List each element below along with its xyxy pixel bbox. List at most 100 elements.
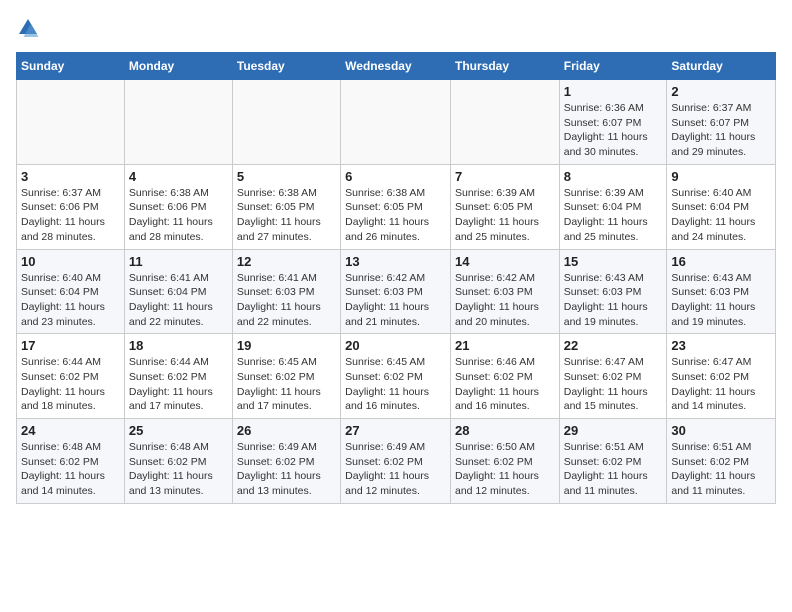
day-info: Sunrise: 6:37 AMSunset: 6:07 PMDaylight:… — [671, 101, 771, 160]
calendar-header: SundayMondayTuesdayWednesdayThursdayFrid… — [17, 53, 776, 80]
calendar-week-5: 24 Sunrise: 6:48 AMSunset: 6:02 PMDayligh… — [17, 419, 776, 504]
calendar-cell: 10 Sunrise: 6:40 AMSunset: 6:04 PMDayligh… — [17, 249, 125, 334]
calendar-cell: 19Sunrise: 6:45 AMSunset: 6:02 PMDayligh… — [232, 334, 340, 419]
day-info: Sunrise: 6:40 AMSunset: 6:04 PMDaylight:… — [671, 186, 771, 245]
calendar-week-4: 17 Sunrise: 6:44 AMSunset: 6:02 PMDayligh… — [17, 334, 776, 419]
calendar-cell: 12 Sunrise: 6:41 AMSunset: 6:03 PMDayligh… — [232, 249, 340, 334]
calendar-cell: 18Sunrise: 6:44 AMSunset: 6:02 PMDayligh… — [124, 334, 232, 419]
day-info: Sunrise: 6:41 AMSunset: 6:04 PMDaylight:… — [129, 271, 228, 330]
calendar-cell: 26 Sunrise: 6:49 AMSunset: 6:02 PMDayligh… — [232, 419, 340, 504]
calendar-cell: 6Sunrise: 6:38 AMSunset: 6:05 PMDaylight… — [341, 164, 451, 249]
calendar-cell: 14 Sunrise: 6:42 AMSunset: 6:03 PMDayligh… — [450, 249, 559, 334]
weekday-header-monday: Monday — [124, 53, 232, 80]
logo — [16, 16, 44, 40]
day-info: Sunrise: 6:36 AMSunset: 6:07 PMDaylight:… — [564, 101, 663, 160]
calendar-cell: 1 Sunrise: 6:36 AMSunset: 6:07 PMDaylight… — [559, 80, 667, 165]
logo-icon — [16, 16, 40, 40]
calendar-table: SundayMondayTuesdayWednesdayThursdayFrid… — [16, 52, 776, 504]
day-info: Sunrise: 6:49 AMSunset: 6:02 PMDaylight:… — [345, 440, 446, 499]
weekday-header-friday: Friday — [559, 53, 667, 80]
day-number: 1 — [564, 84, 663, 99]
day-number: 7 — [455, 169, 555, 184]
day-number: 28 — [455, 423, 555, 438]
calendar-week-2: 3 Sunrise: 6:37 AMSunset: 6:06 PMDaylight… — [17, 164, 776, 249]
calendar-cell: 15 Sunrise: 6:43 AMSunset: 6:03 PMDayligh… — [559, 249, 667, 334]
day-info: Sunrise: 6:43 AMSunset: 6:03 PMDaylight:… — [671, 271, 771, 330]
day-info: Sunrise: 6:42 AMSunset: 6:03 PMDaylight:… — [455, 271, 555, 330]
day-info: Sunrise: 6:43 AMSunset: 6:03 PMDaylight:… — [564, 271, 663, 330]
day-number: 16 — [671, 254, 771, 269]
day-info: Sunrise: 6:41 AMSunset: 6:03 PMDaylight:… — [237, 271, 336, 330]
calendar-cell — [232, 80, 340, 165]
day-info: Sunrise: 6:47 AMSunset: 6:02 PMDaylight:… — [564, 355, 663, 414]
calendar-cell: 20 Sunrise: 6:45 AMSunset: 6:02 PMDayligh… — [341, 334, 451, 419]
calendar-cell: 2 Sunrise: 6:37 AMSunset: 6:07 PMDaylight… — [667, 80, 776, 165]
day-info: Sunrise: 6:48 AMSunset: 6:02 PMDaylight:… — [21, 440, 120, 499]
day-number: 15 — [564, 254, 663, 269]
day-number: 2 — [671, 84, 771, 99]
day-info: Sunrise: 6:51 AMSunset: 6:02 PMDaylight:… — [564, 440, 663, 499]
day-number: 6 — [345, 169, 446, 184]
day-number: 13 — [345, 254, 446, 269]
day-info: Sunrise: 6:40 AMSunset: 6:04 PMDaylight:… — [21, 271, 120, 330]
day-number: 3 — [21, 169, 120, 184]
calendar-cell: 17 Sunrise: 6:44 AMSunset: 6:02 PMDayligh… — [17, 334, 125, 419]
weekday-header-sunday: Sunday — [17, 53, 125, 80]
calendar-cell: 24 Sunrise: 6:48 AMSunset: 6:02 PMDayligh… — [17, 419, 125, 504]
calendar-cell — [124, 80, 232, 165]
calendar-cell: 8Sunrise: 6:39 AMSunset: 6:04 PMDaylight… — [559, 164, 667, 249]
day-info: Sunrise: 6:47 AMSunset: 6:02 PMDaylight:… — [671, 355, 771, 414]
calendar-cell: 23 Sunrise: 6:47 AMSunset: 6:02 PMDayligh… — [667, 334, 776, 419]
day-info: Sunrise: 6:38 AMSunset: 6:06 PMDaylight:… — [129, 186, 228, 245]
day-number: 21 — [455, 338, 555, 353]
day-info: Sunrise: 6:48 AMSunset: 6:02 PMDaylight:… — [129, 440, 228, 499]
day-number: 14 — [455, 254, 555, 269]
weekday-header-saturday: Saturday — [667, 53, 776, 80]
calendar-cell: 13 Sunrise: 6:42 AMSunset: 6:03 PMDayligh… — [341, 249, 451, 334]
weekday-header-wednesday: Wednesday — [341, 53, 451, 80]
day-number: 9 — [671, 169, 771, 184]
day-info: Sunrise: 6:39 AMSunset: 6:05 PMDaylight:… — [455, 186, 555, 245]
day-number: 12 — [237, 254, 336, 269]
day-info: Sunrise: 6:42 AMSunset: 6:03 PMDaylight:… — [345, 271, 446, 330]
day-number: 4 — [129, 169, 228, 184]
day-number: 29 — [564, 423, 663, 438]
day-number: 23 — [671, 338, 771, 353]
page-header — [16, 16, 776, 40]
calendar-cell: 30 Sunrise: 6:51 AMSunset: 6:02 PMDayligh… — [667, 419, 776, 504]
day-number: 27 — [345, 423, 446, 438]
calendar-cell: 27 Sunrise: 6:49 AMSunset: 6:02 PMDayligh… — [341, 419, 451, 504]
calendar-cell: 3 Sunrise: 6:37 AMSunset: 6:06 PMDaylight… — [17, 164, 125, 249]
day-info: Sunrise: 6:51 AMSunset: 6:02 PMDaylight:… — [671, 440, 771, 499]
day-number: 24 — [21, 423, 120, 438]
weekday-header-tuesday: Tuesday — [232, 53, 340, 80]
day-number: 30 — [671, 423, 771, 438]
calendar-cell: 4 Sunrise: 6:38 AMSunset: 6:06 PMDaylight… — [124, 164, 232, 249]
calendar-cell: 5Sunrise: 6:38 AMSunset: 6:05 PMDaylight… — [232, 164, 340, 249]
day-info: Sunrise: 6:46 AMSunset: 6:02 PMDaylight:… — [455, 355, 555, 414]
calendar-cell: 7 Sunrise: 6:39 AMSunset: 6:05 PMDaylight… — [450, 164, 559, 249]
day-info: Sunrise: 6:44 AMSunset: 6:02 PMDaylight:… — [21, 355, 120, 414]
calendar-week-3: 10 Sunrise: 6:40 AMSunset: 6:04 PMDayligh… — [17, 249, 776, 334]
day-info: Sunrise: 6:37 AMSunset: 6:06 PMDaylight:… — [21, 186, 120, 245]
calendar-cell: 16 Sunrise: 6:43 AMSunset: 6:03 PMDayligh… — [667, 249, 776, 334]
calendar-cell: 28 Sunrise: 6:50 AMSunset: 6:02 PMDayligh… — [450, 419, 559, 504]
day-number: 5 — [237, 169, 336, 184]
calendar-cell: 11 Sunrise: 6:41 AMSunset: 6:04 PMDayligh… — [124, 249, 232, 334]
day-info: Sunrise: 6:45 AMSunset: 6:02 PMDaylight:… — [345, 355, 446, 414]
day-info: Sunrise: 6:49 AMSunset: 6:02 PMDaylight:… — [237, 440, 336, 499]
day-number: 11 — [129, 254, 228, 269]
day-number: 18 — [129, 338, 228, 353]
day-number: 26 — [237, 423, 336, 438]
calendar-cell: 29 Sunrise: 6:51 AMSunset: 6:02 PMDayligh… — [559, 419, 667, 504]
day-number: 10 — [21, 254, 120, 269]
calendar-week-1: 1 Sunrise: 6:36 AMSunset: 6:07 PMDaylight… — [17, 80, 776, 165]
weekday-header-thursday: Thursday — [450, 53, 559, 80]
calendar-cell: 21 Sunrise: 6:46 AMSunset: 6:02 PMDayligh… — [450, 334, 559, 419]
day-number: 17 — [21, 338, 120, 353]
day-number: 22 — [564, 338, 663, 353]
day-number: 20 — [345, 338, 446, 353]
day-info: Sunrise: 6:50 AMSunset: 6:02 PMDaylight:… — [455, 440, 555, 499]
calendar-cell — [341, 80, 451, 165]
calendar-cell: 25Sunrise: 6:48 AMSunset: 6:02 PMDayligh… — [124, 419, 232, 504]
